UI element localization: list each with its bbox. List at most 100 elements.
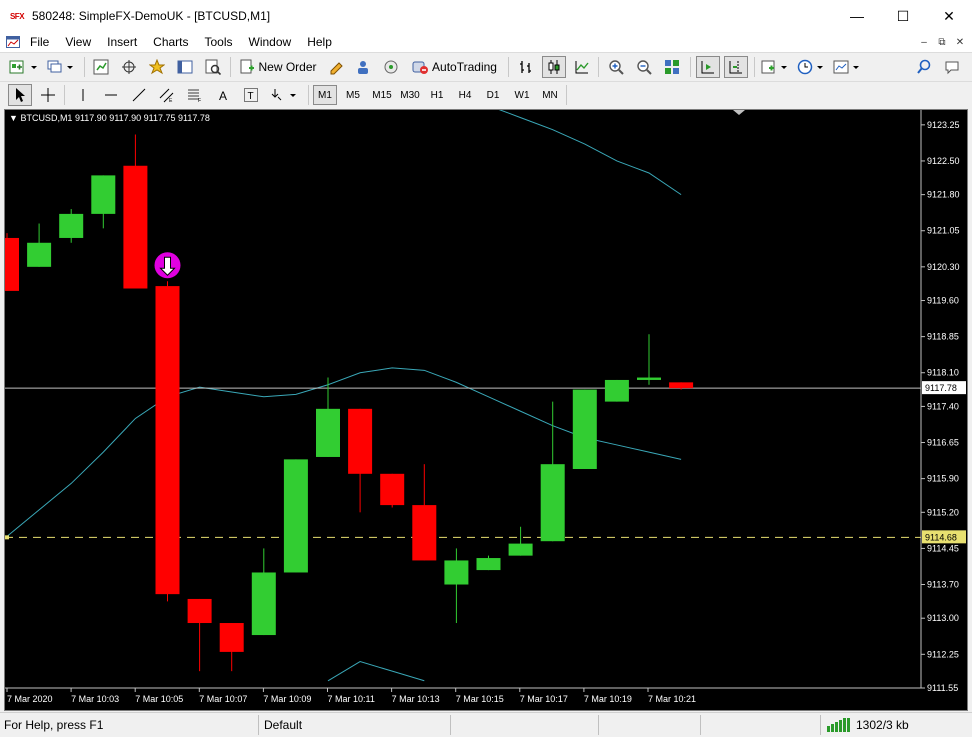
minimize-icon: — (850, 8, 864, 24)
crosshair-tool-button[interactable] (36, 84, 60, 106)
text-label-button[interactable]: T (240, 84, 262, 106)
tile-windows-button[interactable] (660, 56, 684, 78)
candle-body (637, 377, 661, 380)
strategy-tester-button[interactable] (202, 56, 224, 78)
new-chart-button[interactable] (6, 56, 42, 78)
candle-body (187, 598, 212, 624)
price-tick-label: 9113.70 (927, 580, 959, 590)
timeframe-m15-button[interactable]: M15 (368, 85, 396, 105)
status-profile[interactable]: Default (264, 718, 302, 732)
cursor-tool-button[interactable] (8, 84, 32, 106)
minimize-button[interactable]: — (834, 0, 880, 32)
candle-body (572, 389, 597, 469)
horizontal-line-button[interactable] (100, 84, 122, 106)
chart-symbol-header: ▼ BTCUSD,M1 9117.90 9117.90 9117.75 9117… (9, 113, 210, 123)
mdi-restore-button[interactable]: ⧉ (934, 34, 950, 50)
time-tick-label: 7 Mar 2020 (7, 694, 53, 704)
price-tick-label: 9121.80 (927, 190, 960, 200)
price-tick-label: 9121.05 (927, 226, 960, 236)
vertical-line-button[interactable] (72, 84, 94, 106)
terminal-button[interactable] (174, 56, 196, 78)
autotrading-button[interactable]: AutoTrading (408, 56, 500, 78)
signals-icon (384, 60, 398, 74)
price-tick-label: 9115.90 (927, 474, 959, 484)
market-watch-button[interactable] (90, 56, 112, 78)
menu-window[interactable]: Window (241, 32, 300, 52)
chart-window-icon[interactable] (4, 34, 22, 50)
autotrading-label: AutoTrading (432, 60, 497, 74)
tile-windows-icon (665, 60, 679, 74)
fibonacci-icon: F (188, 89, 201, 103)
price-tick-label: 9118.10 (927, 368, 959, 378)
price-tick-label: 9112.25 (927, 649, 959, 659)
templates-icon (833, 60, 859, 74)
menu-file[interactable]: File (22, 32, 57, 52)
dashed-level-marker (5, 535, 9, 540)
chart-window[interactable]: 9123.25 9122.50 9121.80 9121.05 9120.30 9119.… (4, 109, 968, 711)
toolbar-separator (690, 57, 691, 77)
data-window-button[interactable] (118, 56, 140, 78)
candlestick-icon (548, 60, 560, 74)
zoom-out-button[interactable] (632, 56, 656, 78)
close-button[interactable]: ✕ (926, 0, 972, 32)
chart-ohlc-header: BTCUSD,M1 9117.90 9117.90 9117.75 9117.7… (20, 113, 210, 123)
menu-charts[interactable]: Charts (145, 32, 196, 52)
timeframe-h1-button[interactable]: H1 (425, 85, 449, 105)
timeframe-m5-button[interactable]: M5 (341, 85, 365, 105)
profiles-button[interactable] (46, 56, 78, 78)
chart-menu-arrow-icon[interactable]: ▼ (9, 113, 18, 123)
templates-button[interactable] (832, 56, 864, 78)
menu-tools[interactable]: Tools (197, 32, 241, 52)
arrows-button[interactable] (268, 84, 300, 106)
timeframe-d1-button[interactable]: D1 (481, 85, 505, 105)
chat-button[interactable] (940, 56, 964, 78)
timeframe-m30-button[interactable]: M30 (396, 85, 424, 105)
text-icon: A (219, 89, 227, 103)
menu-insert[interactable]: Insert (99, 32, 145, 52)
timeframe-h4-button[interactable]: H4 (453, 85, 477, 105)
community-button[interactable] (352, 56, 374, 78)
candle-body (540, 464, 565, 542)
line-chart-icon (575, 61, 589, 74)
price-tick-label: 9123.25 (927, 120, 960, 130)
autoscroll-button[interactable] (696, 56, 720, 78)
bar-chart-button[interactable] (514, 56, 538, 78)
candle-body (59, 213, 84, 238)
timeframe-w1-button[interactable]: W1 (509, 85, 535, 105)
navigator-button[interactable] (146, 56, 168, 78)
profiles-icon (47, 60, 73, 73)
timeframe-mn-button[interactable]: MN (537, 85, 563, 105)
text-label-icon: T (244, 88, 258, 102)
candle-body (669, 382, 694, 389)
mdi-close-button[interactable]: ✕ (952, 34, 968, 50)
metaeditor-button[interactable] (326, 56, 348, 78)
chart-shift-button[interactable] (724, 56, 748, 78)
mdi-minimize-button[interactable]: – (916, 34, 932, 50)
standard-toolbar: New Order AutoTrading (0, 52, 972, 81)
candle-body (123, 165, 148, 289)
maximize-button[interactable]: ☐ (880, 0, 926, 32)
indicators-button[interactable] (760, 56, 792, 78)
signals-button[interactable] (380, 56, 402, 78)
menu-view[interactable]: View (57, 32, 99, 52)
search-button[interactable] (912, 56, 936, 78)
timeframe-m1-button[interactable]: M1 (313, 85, 337, 105)
zoom-in-button[interactable] (604, 56, 628, 78)
new-order-button[interactable]: New Order (236, 56, 320, 78)
text-tool-button[interactable]: A (212, 84, 234, 106)
menu-help[interactable]: Help (299, 32, 340, 52)
periods-button[interactable] (796, 56, 828, 78)
price-tick-label: 9115.20 (927, 507, 959, 517)
line-chart-button[interactable] (570, 56, 594, 78)
equidistant-channel-button[interactable]: E (156, 84, 178, 106)
candle-body (348, 408, 373, 474)
price-tick-label: 9122.50 (927, 156, 960, 166)
trendline-button[interactable] (128, 84, 150, 106)
clock-icon (797, 59, 823, 75)
price-chart[interactable]: 9123.25 9122.50 9121.80 9121.05 9120.30 9119.… (5, 110, 967, 710)
candlestick-chart-button[interactable] (542, 56, 566, 78)
search-icon (917, 59, 931, 74)
menu-bar: File View Insert Charts Tools Window Hel… (0, 32, 972, 52)
fibonacci-button[interactable]: F (184, 84, 206, 106)
equidistant-channel-icon: E (159, 88, 174, 103)
